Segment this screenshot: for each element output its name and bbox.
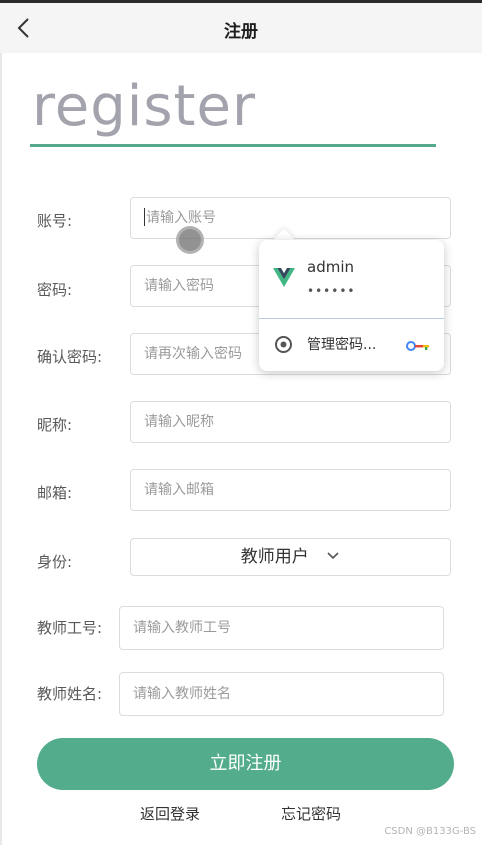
page-title: 注册	[224, 22, 258, 42]
role-select[interactable]: 教师用户	[130, 538, 451, 576]
vue-logo-icon	[273, 268, 295, 287]
account-label: 账号:	[37, 212, 73, 230]
chevron-down-icon	[327, 551, 339, 559]
left-edge	[0, 53, 2, 845]
teacher-name-label: 教师姓名:	[37, 685, 103, 703]
teacher-id-placeholder: 请输入教师工号	[133, 620, 231, 636]
confirm-password-placeholder: 请再次输入密码	[144, 346, 242, 362]
email-placeholder: 请输入邮箱	[144, 482, 214, 498]
password-label: 密码:	[37, 281, 73, 299]
password-placeholder: 请输入密码	[144, 278, 214, 294]
nickname-label: 昵称:	[37, 416, 73, 434]
register-heading: register	[32, 74, 256, 139]
teacher-id-label: 教师工号:	[37, 619, 103, 637]
heading-underline	[30, 144, 436, 147]
key-icon	[406, 341, 429, 351]
saved-credential-item[interactable]: admin ••••••	[259, 240, 444, 318]
saved-username: admin	[307, 258, 354, 276]
autofill-popup: admin •••••• 管理密码...	[259, 240, 444, 371]
account-placeholder: 请输入账号	[146, 210, 216, 226]
manage-passwords-item[interactable]: 管理密码...	[259, 319, 444, 371]
confirm-password-label: 确认密码:	[37, 348, 103, 366]
role-value: 教师用户	[240, 547, 309, 567]
text-caret	[144, 207, 145, 226]
nickname-placeholder: 请输入昵称	[144, 414, 214, 430]
email-input[interactable]: 请输入邮箱	[130, 469, 451, 511]
teacher-id-input[interactable]: 请输入教师工号	[119, 606, 444, 650]
back-to-login-link[interactable]: 返回登录	[140, 803, 200, 824]
teacher-name-input[interactable]: 请输入教师姓名	[119, 672, 444, 716]
nickname-input[interactable]: 请输入昵称	[130, 401, 451, 443]
manage-passwords-label: 管理密码...	[307, 337, 377, 353]
role-label: 身份:	[37, 553, 73, 571]
email-label: 邮箱:	[37, 484, 73, 502]
touch-indicator	[176, 226, 204, 254]
saved-password-mask: ••••••	[307, 284, 356, 298]
teacher-name-placeholder: 请输入教师姓名	[133, 686, 231, 702]
chrome-icon	[275, 336, 292, 353]
register-button[interactable]: 立即注册	[37, 738, 454, 790]
app-header: 注册	[0, 3, 482, 53]
forgot-password-link[interactable]: 忘记密码	[281, 803, 341, 824]
watermark: CSDN @B133G-BS	[384, 826, 476, 837]
